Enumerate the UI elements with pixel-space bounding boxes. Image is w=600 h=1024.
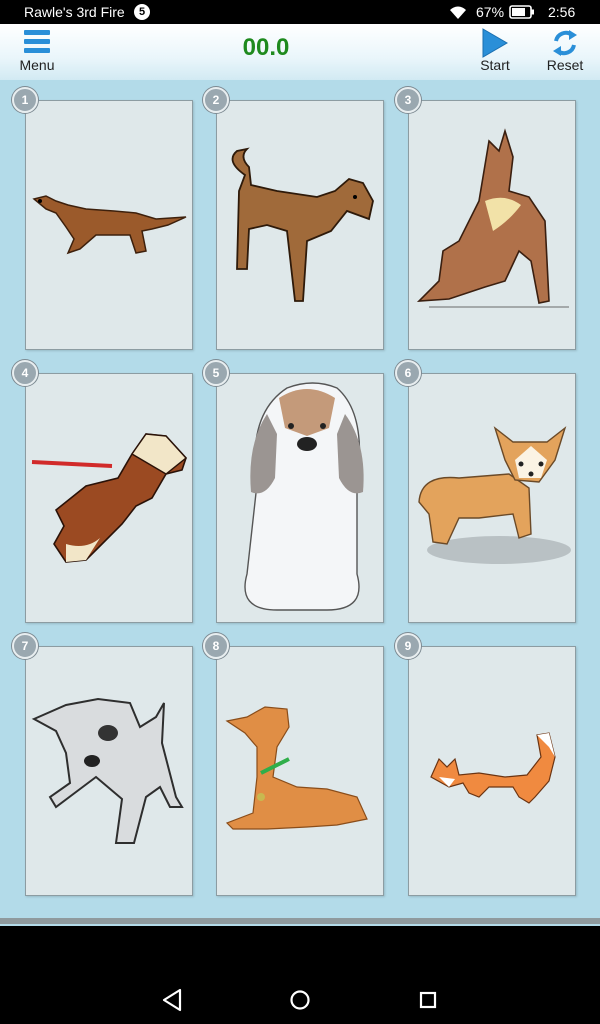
gray-terrier-sketch-picture	[31, 697, 184, 844]
sitting-beagle-puppy-picture	[244, 382, 364, 611]
back-icon[interactable]	[158, 986, 186, 1014]
fox-picture	[430, 732, 556, 804]
battery-percentage: 67%	[476, 4, 505, 20]
card-number-badge: 7	[12, 633, 38, 659]
brown-terrier-picture	[231, 147, 374, 302]
card-4[interactable]	[25, 373, 193, 623]
battery-icon	[509, 5, 534, 19]
reset-button[interactable]: Reset	[540, 24, 590, 76]
refresh-icon	[553, 30, 577, 56]
divider	[0, 918, 600, 924]
recents-icon[interactable]	[414, 986, 442, 1014]
toolbar: Menu 00.0 Start Reset	[0, 24, 600, 80]
beagle-on-leash-picture	[31, 433, 188, 563]
menu-label: Menu	[19, 57, 55, 73]
card-5[interactable]	[216, 373, 384, 623]
clock: 2:56	[548, 4, 576, 20]
card-6[interactable]	[408, 373, 576, 623]
app-window: Menu 00.0 Start Reset 1 2 3 4 5 6 7 8 9	[0, 24, 600, 926]
card-number-badge: 8	[203, 633, 229, 659]
navigation-bar	[0, 926, 600, 1024]
reset-label: Reset	[546, 57, 584, 73]
card-number-badge: 1	[12, 87, 38, 113]
card-3[interactable]	[408, 100, 576, 350]
timer-display: 00.0	[242, 34, 290, 61]
start-button[interactable]: Start	[470, 24, 520, 76]
card-1[interactable]	[25, 100, 193, 350]
card-grid: 1 2 3 4 5 6 7 8 9	[0, 80, 600, 920]
wifi-icon	[450, 6, 466, 19]
card-7[interactable]	[25, 646, 193, 896]
corgi-puppy-picture	[418, 426, 571, 564]
stretching-dog-picture	[416, 128, 569, 308]
play-icon	[482, 28, 508, 58]
card-number-badge: 9	[395, 633, 421, 659]
dachshund-picture	[32, 195, 187, 255]
lying-airedale-picture	[225, 706, 368, 830]
card-number-badge: 4	[12, 360, 38, 386]
device-name: Rawle's 3rd Fire	[24, 4, 125, 20]
home-icon[interactable]	[286, 986, 314, 1014]
notification-count-badge: 5	[134, 4, 150, 20]
start-label: Start	[480, 57, 510, 73]
card-number-badge: 3	[395, 87, 421, 113]
menu-icon	[24, 30, 50, 53]
status-bar: Rawle's 3rd Fire 5 67% 2:56	[0, 0, 600, 24]
card-number-badge: 5	[203, 360, 229, 386]
card-number-badge: 6	[395, 360, 421, 386]
card-2[interactable]	[216, 100, 384, 350]
card-number-badge: 2	[203, 87, 229, 113]
card-8[interactable]	[216, 646, 384, 896]
menu-button[interactable]: Menu	[12, 24, 62, 76]
card-9[interactable]	[408, 646, 576, 896]
